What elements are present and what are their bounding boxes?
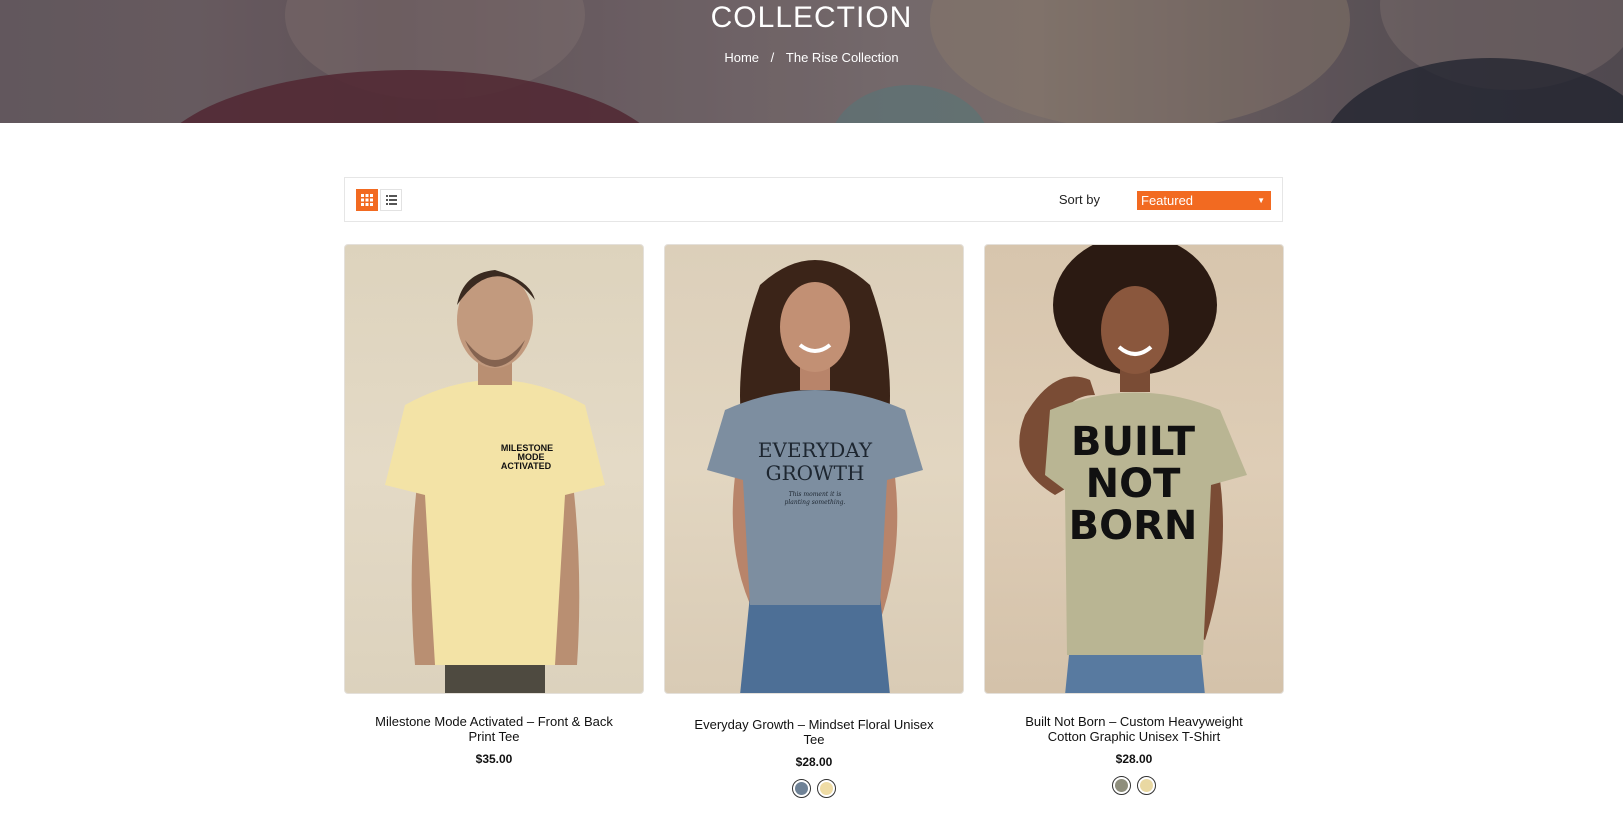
shirt-print-line: BUILT <box>1071 419 1196 465</box>
breadcrumb: Home / The Rise Collection <box>0 50 1623 65</box>
model-photo: EVERYDAY GROWTH This moment it is planti… <box>707 260 923 693</box>
color-swatches <box>984 776 1284 795</box>
color-swatch[interactable] <box>1112 776 1131 795</box>
breadcrumb-separator: / <box>770 50 775 65</box>
color-swatch[interactable] <box>792 779 811 798</box>
product-price: $28.00 <box>795 755 833 769</box>
list-view-button[interactable] <box>380 189 402 211</box>
product-title[interactable]: Everyday Growth – Mindset Floral Unisex … <box>664 717 964 747</box>
product-image[interactable]: MILESTONE MODE ACTIVATED <box>344 244 644 694</box>
shirt-print-line: planting something. <box>785 499 846 506</box>
page-title: COLLECTION <box>710 1 913 34</box>
shirt-print-line: NOT <box>1086 461 1181 507</box>
collection-toolbar: Sort by Featured ▼ <box>344 177 1283 222</box>
product-price: $35.00 <box>475 752 513 766</box>
collection-hero-banner: COLLECTION Home / The Rise Collection <box>0 0 1623 123</box>
product-image[interactable]: BUILT NOT BORN <box>984 244 1284 694</box>
model-photo: BUILT NOT BORN <box>1019 245 1247 693</box>
shirt-print-line: ACTIVATED <box>501 461 552 471</box>
breadcrumb-current: The Rise Collection <box>785 50 899 65</box>
shirt-print-line: EVERYDAY <box>758 438 873 462</box>
grid-view-button[interactable] <box>356 189 378 211</box>
product-card[interactable]: EVERYDAY GROWTH This moment it is planti… <box>664 244 964 798</box>
grid-icon <box>361 194 373 206</box>
shirt-print-line: GROWTH <box>766 461 865 485</box>
product-price: $28.00 <box>1115 752 1153 766</box>
color-swatch[interactable] <box>1137 776 1156 795</box>
shirt-print-line: This moment it is <box>789 491 842 498</box>
product-card[interactable]: MILESTONE MODE ACTIVATED Milestone Mode … <box>344 244 644 766</box>
sort-select[interactable]: Featured ▼ <box>1137 191 1271 210</box>
list-icon <box>385 195 397 205</box>
color-swatch[interactable] <box>817 779 836 798</box>
sort-label: Sort by <box>1058 192 1100 207</box>
breadcrumb-home-link[interactable]: Home <box>724 50 759 65</box>
product-image[interactable]: EVERYDAY GROWTH This moment it is planti… <box>664 244 964 694</box>
product-title[interactable]: Milestone Mode Activated – Front & Back … <box>344 714 644 744</box>
color-swatches <box>664 779 964 798</box>
sort-selected-value: Featured <box>1141 193 1194 208</box>
product-title[interactable]: Built Not Born – Custom Heavyweight Cott… <box>984 714 1284 744</box>
chevron-down-icon: ▼ <box>1257 196 1265 205</box>
product-card[interactable]: BUILT NOT BORN Built Not Born – Custom H… <box>984 244 1284 795</box>
model-photo: MILESTONE MODE ACTIVATED <box>385 270 605 693</box>
shirt-print-line: BORN <box>1069 503 1198 549</box>
